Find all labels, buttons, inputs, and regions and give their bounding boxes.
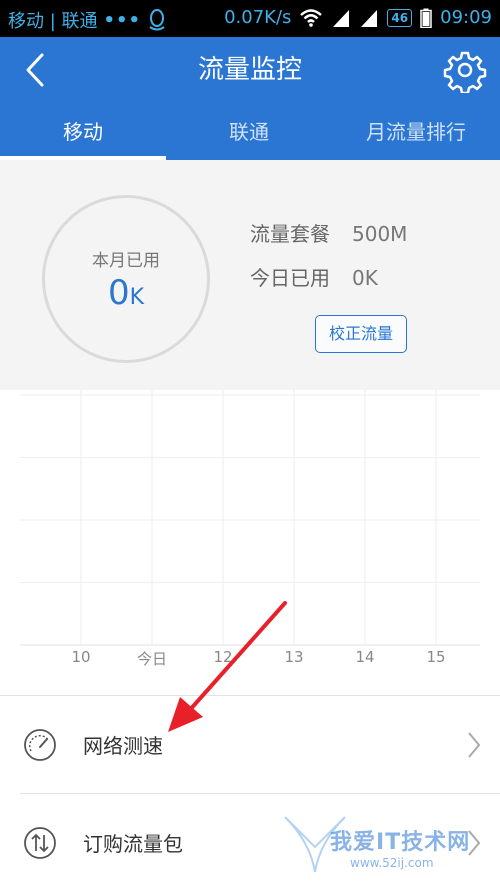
clock: 09:09 — [440, 7, 492, 28]
transfer-arrows-icon — [24, 827, 56, 859]
tab-mobile[interactable]: 移动 — [0, 104, 166, 160]
page-title: 流量监控 — [197, 55, 302, 85]
chart-x-tick-label: 13 — [284, 648, 304, 666]
carrier-tabs: 移动 联通 月流量排行 — [0, 104, 500, 160]
status-bar: 移动 | 联通 ••• 0.07K/s 46 09:09 — [0, 0, 500, 37]
settings-button[interactable] — [442, 47, 488, 95]
back-button[interactable] — [12, 47, 58, 93]
carrier-text: 移动 | 联通 — [8, 11, 98, 32]
usage-chart: 10 今日 12 13 14 15 — [0, 390, 500, 695]
chevron-right-icon — [468, 732, 481, 758]
today-row: 今日已用 0K — [250, 262, 378, 291]
plan-value: 500M — [352, 222, 408, 246]
chevron-left-icon — [26, 53, 44, 87]
list-item-label: 网络测速 — [83, 734, 163, 758]
chart-x-tick-label: 15 — [426, 648, 446, 666]
network-speed: 0.07K/s — [224, 7, 292, 28]
tools-list: 网络测速 订购流量包 — [0, 695, 500, 890]
network-type-badge: 46 — [387, 8, 413, 27]
battery-icon — [420, 8, 432, 28]
status-right: 0.07K/s 46 09:09 — [224, 7, 492, 28]
plan-row: 流量套餐 500M — [250, 218, 407, 247]
title-bar: 流量监控 — [0, 37, 500, 104]
list-item-data-package[interactable]: 订购流量包 — [0, 794, 500, 891]
usage-summary: 本月已用 0K 流量套餐 500M 今日已用 0K 校正流量 — [0, 160, 500, 390]
today-value: 0K — [352, 266, 378, 290]
list-item-speed-test[interactable]: 网络测速 — [0, 696, 500, 793]
calibrate-button[interactable]: 校正流量 — [315, 315, 407, 353]
ring-value-unit: K — [129, 285, 145, 310]
notification-dots: ••• — [103, 9, 142, 31]
status-left: 移动 | 联通 ••• — [8, 7, 167, 33]
ring-label: 本月已用 — [92, 251, 160, 271]
tab-monthly-ranking[interactable]: 月流量排行 — [332, 104, 500, 160]
list-item-label: 订购流量包 — [83, 832, 183, 856]
chart-x-tick-label: 10 — [71, 648, 91, 666]
today-label: 今日已用 — [250, 266, 330, 290]
chart-x-tick-label: 12 — [213, 648, 233, 666]
qq-penguin-icon — [149, 9, 165, 31]
wifi-icon — [300, 8, 323, 27]
tab-unicom[interactable]: 联通 — [166, 104, 332, 160]
chevron-right-icon — [468, 830, 481, 856]
speedometer-icon — [24, 729, 56, 761]
plan-label: 流量套餐 — [250, 222, 330, 246]
chart-x-tick-label: 今日 — [136, 650, 167, 668]
usage-ring: 本月已用 0K — [42, 195, 210, 363]
gear-icon — [443, 51, 487, 95]
signal-icon-1 — [333, 9, 350, 27]
ring-value-number: 0 — [107, 273, 130, 313]
signal-icon-2 — [361, 9, 378, 27]
ring-value: 0K — [45, 273, 207, 313]
chart-x-tick-label: 14 — [355, 648, 375, 666]
